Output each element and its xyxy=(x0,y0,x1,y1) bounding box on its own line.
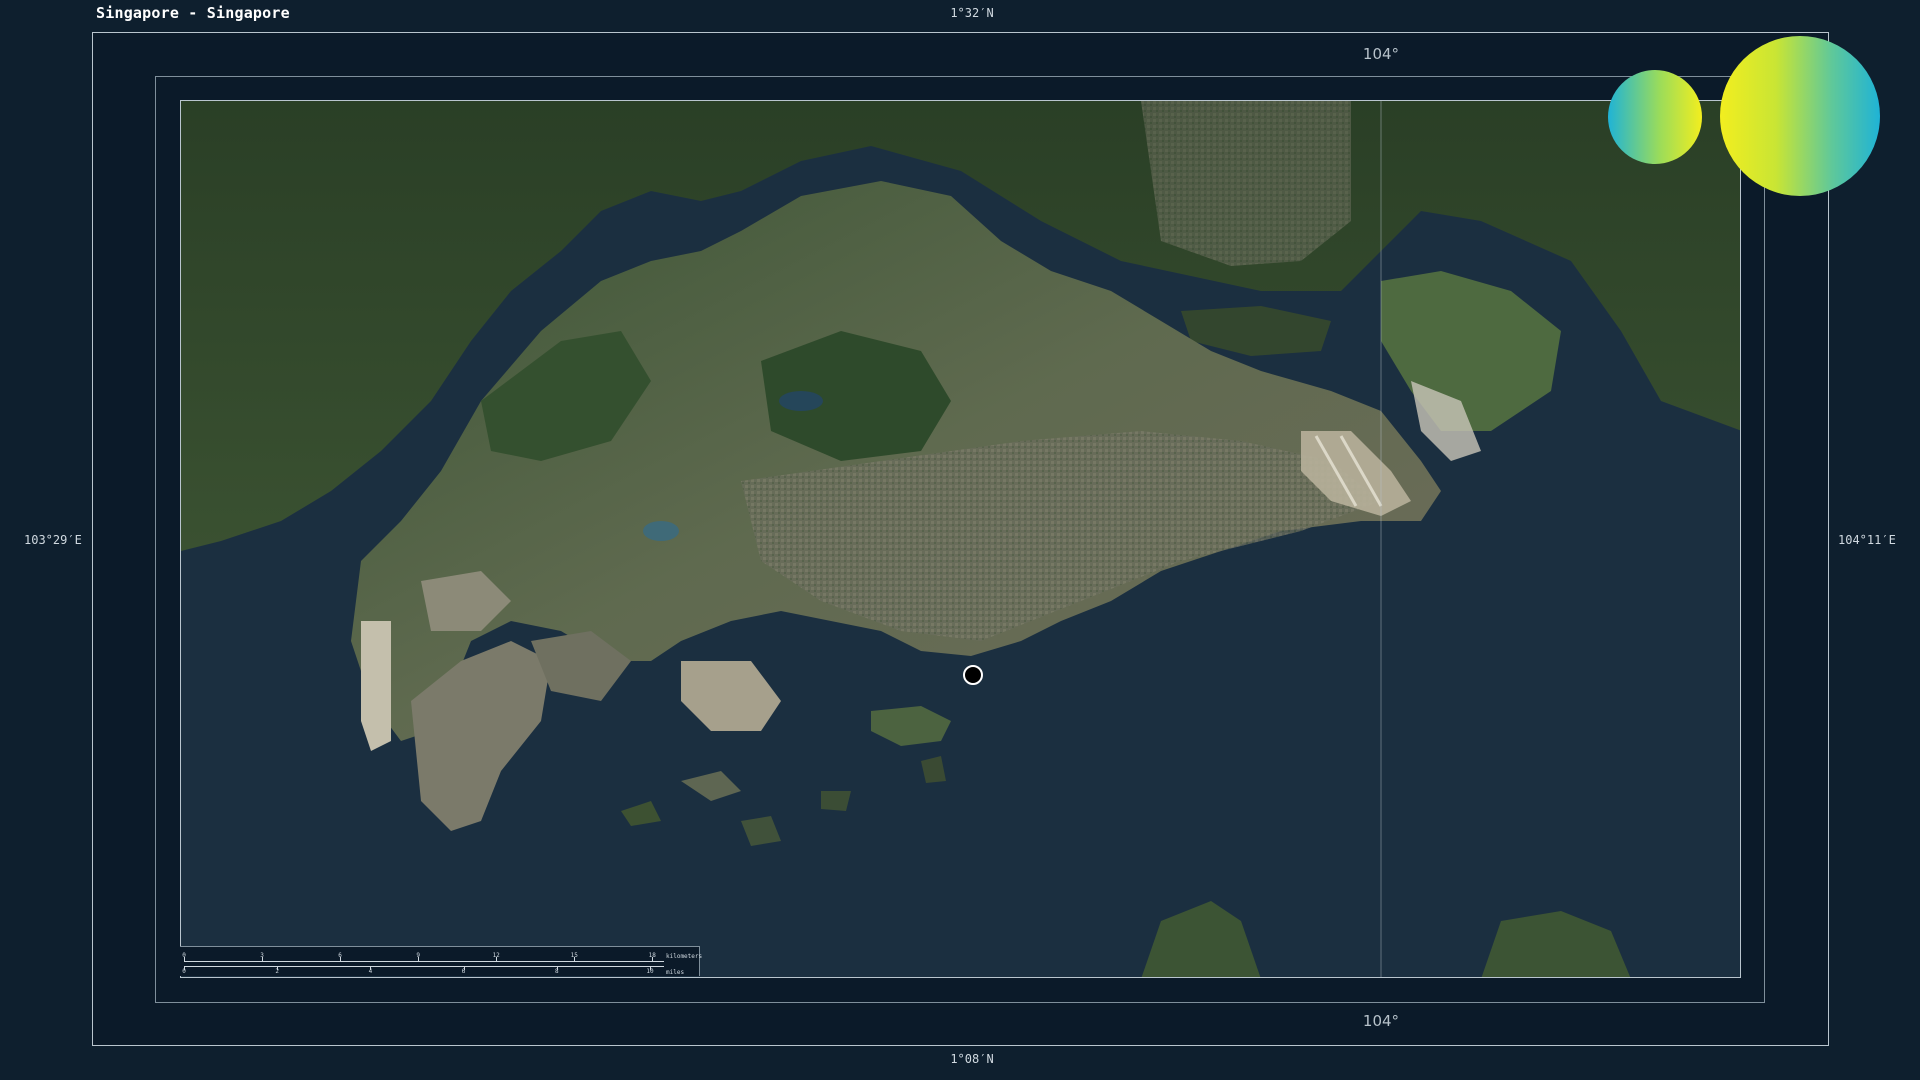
scale-km-tick-label: 0 xyxy=(182,952,186,959)
latitude-top-label: 1°32′N xyxy=(950,6,994,20)
map-title: Singapore - Singapore xyxy=(96,4,290,22)
satellite-map[interactable] xyxy=(180,100,1741,978)
scale-mi-tick-label: 4 xyxy=(368,968,373,975)
scale-km-tick-label: 15 xyxy=(570,952,578,959)
grid-label-top: 104° xyxy=(1362,45,1400,63)
legend-circle-large xyxy=(1720,36,1880,196)
tuas-port xyxy=(361,621,391,751)
scale-km-line xyxy=(184,961,664,962)
scale-mi-tick-label: 6 xyxy=(461,968,466,975)
scale-km-unit: kilometers xyxy=(666,953,703,960)
latitude-bottom-label: 1°08′N xyxy=(950,1052,994,1066)
scale-mi-tick-label: 2 xyxy=(275,968,280,975)
longitude-right-label: 104°11′E xyxy=(1838,533,1896,547)
scale-km-tick-label: 9 xyxy=(416,952,420,959)
location-dot-icon[interactable] xyxy=(963,665,983,685)
scale-km-tick-label: 6 xyxy=(338,952,342,959)
longitude-left-label: 103°29′E xyxy=(24,533,82,547)
scale-km-tick-label: 12 xyxy=(492,952,500,959)
map-page: Singapore - Singapore 1°32′N 1°08′N 103°… xyxy=(0,0,1920,1080)
grid-label-bottom: 104° xyxy=(1362,1012,1400,1030)
map-canvas xyxy=(181,101,1740,977)
scale-mi-unit: miles xyxy=(666,969,685,976)
islet xyxy=(821,791,851,811)
scale-mi-tick-label: 8 xyxy=(555,968,559,975)
scale-mi-line xyxy=(184,966,664,967)
mainland-urban-patch xyxy=(1141,101,1351,266)
scale-mi-tick-label: 0 xyxy=(182,968,186,975)
legend-circle-small xyxy=(1608,70,1702,164)
reservoir xyxy=(643,521,679,541)
reservoir xyxy=(779,391,823,411)
scale-km-tick-label: 18 xyxy=(648,952,656,959)
scale-km-tick-label: 3 xyxy=(260,952,264,959)
scale-bar: 0 3 6 9 12 15 18 0 2 4 6 8 10 kilometers miles xyxy=(180,946,703,976)
scale-mi-tick-label: 10 xyxy=(646,968,654,975)
